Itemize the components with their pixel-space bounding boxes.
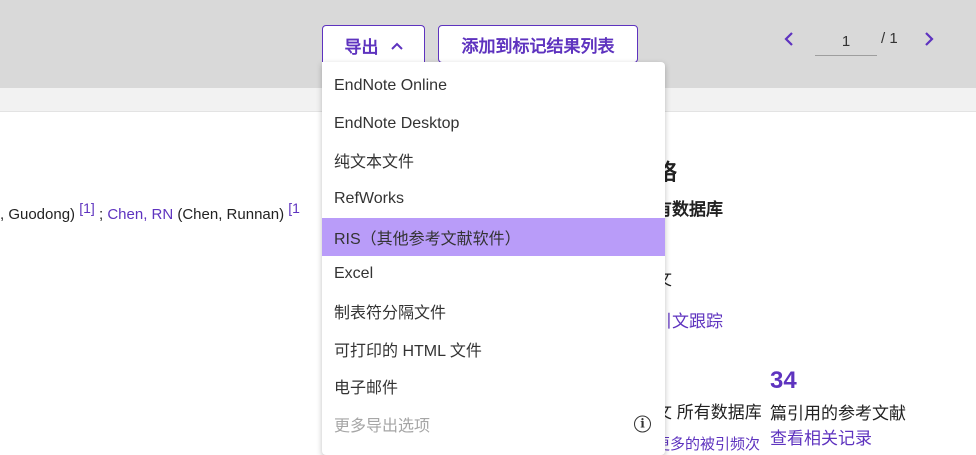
more-options-label: 更多导出选项 xyxy=(334,417,431,435)
menu-item-email[interactable]: 电子邮件 xyxy=(322,367,665,405)
menu-item-printable-html[interactable]: 可打印的 HTML 文件 xyxy=(322,330,665,368)
page-total: / 1 xyxy=(881,30,898,47)
menu-item-excel[interactable]: Excel xyxy=(322,255,665,293)
author-fragment: , Guodong) xyxy=(0,206,76,223)
references-label: 篇引用的参考文献 xyxy=(770,404,906,423)
more-citations-link[interactable]: 更多的被引频次 xyxy=(655,433,760,454)
page-number-input[interactable] xyxy=(815,28,877,56)
author-ref-link-2[interactable]: [1 xyxy=(288,200,300,216)
author-ref-link-1[interactable]: [1] xyxy=(79,200,95,216)
all-databases-label: 文 所有数据库 xyxy=(655,403,762,422)
chevron-right-icon[interactable] xyxy=(920,29,938,49)
menu-item-more-options: 更多导出选项 i xyxy=(322,405,665,443)
menu-item-endnote-desktop[interactable]: EndNote Desktop xyxy=(322,105,665,143)
citation-tracking-link[interactable]: 引文跟踪 xyxy=(655,307,723,332)
view-related-records-link[interactable]: 查看相关记录 xyxy=(770,424,872,449)
author-line: , Guodong) [1] ; Chen, RN (Chen, Runnan)… xyxy=(0,200,300,223)
export-button[interactable]: 导出 xyxy=(322,25,425,65)
author-link[interactable]: Chen, RN xyxy=(107,206,173,223)
menu-item-tab-delimited[interactable]: 制表符分隔文件 xyxy=(322,292,665,330)
author-full-name: (Chen, Runnan) xyxy=(177,206,285,223)
references-count[interactable]: 34 xyxy=(770,367,797,395)
add-to-marked-list-button[interactable]: 添加到标记结果列表 xyxy=(438,25,638,63)
info-icon[interactable]: i xyxy=(634,415,651,433)
menu-item-ris[interactable]: RIS（其他参考文献软件） xyxy=(322,218,665,256)
chevron-up-icon xyxy=(390,42,403,50)
export-button-label: 导出 xyxy=(344,38,379,57)
export-menu: EndNote Online EndNote Desktop 纯文本文件 Ref… xyxy=(322,62,665,455)
chevron-left-icon[interactable] xyxy=(780,29,798,49)
menu-item-plain-text[interactable]: 纯文本文件 xyxy=(322,141,665,179)
author-separator: ; xyxy=(98,206,104,223)
menu-item-endnote-online[interactable]: EndNote Online xyxy=(322,67,665,105)
sidebar-subheading: 有数据库 xyxy=(655,200,723,219)
menu-item-refworks[interactable]: RefWorks xyxy=(322,180,665,218)
